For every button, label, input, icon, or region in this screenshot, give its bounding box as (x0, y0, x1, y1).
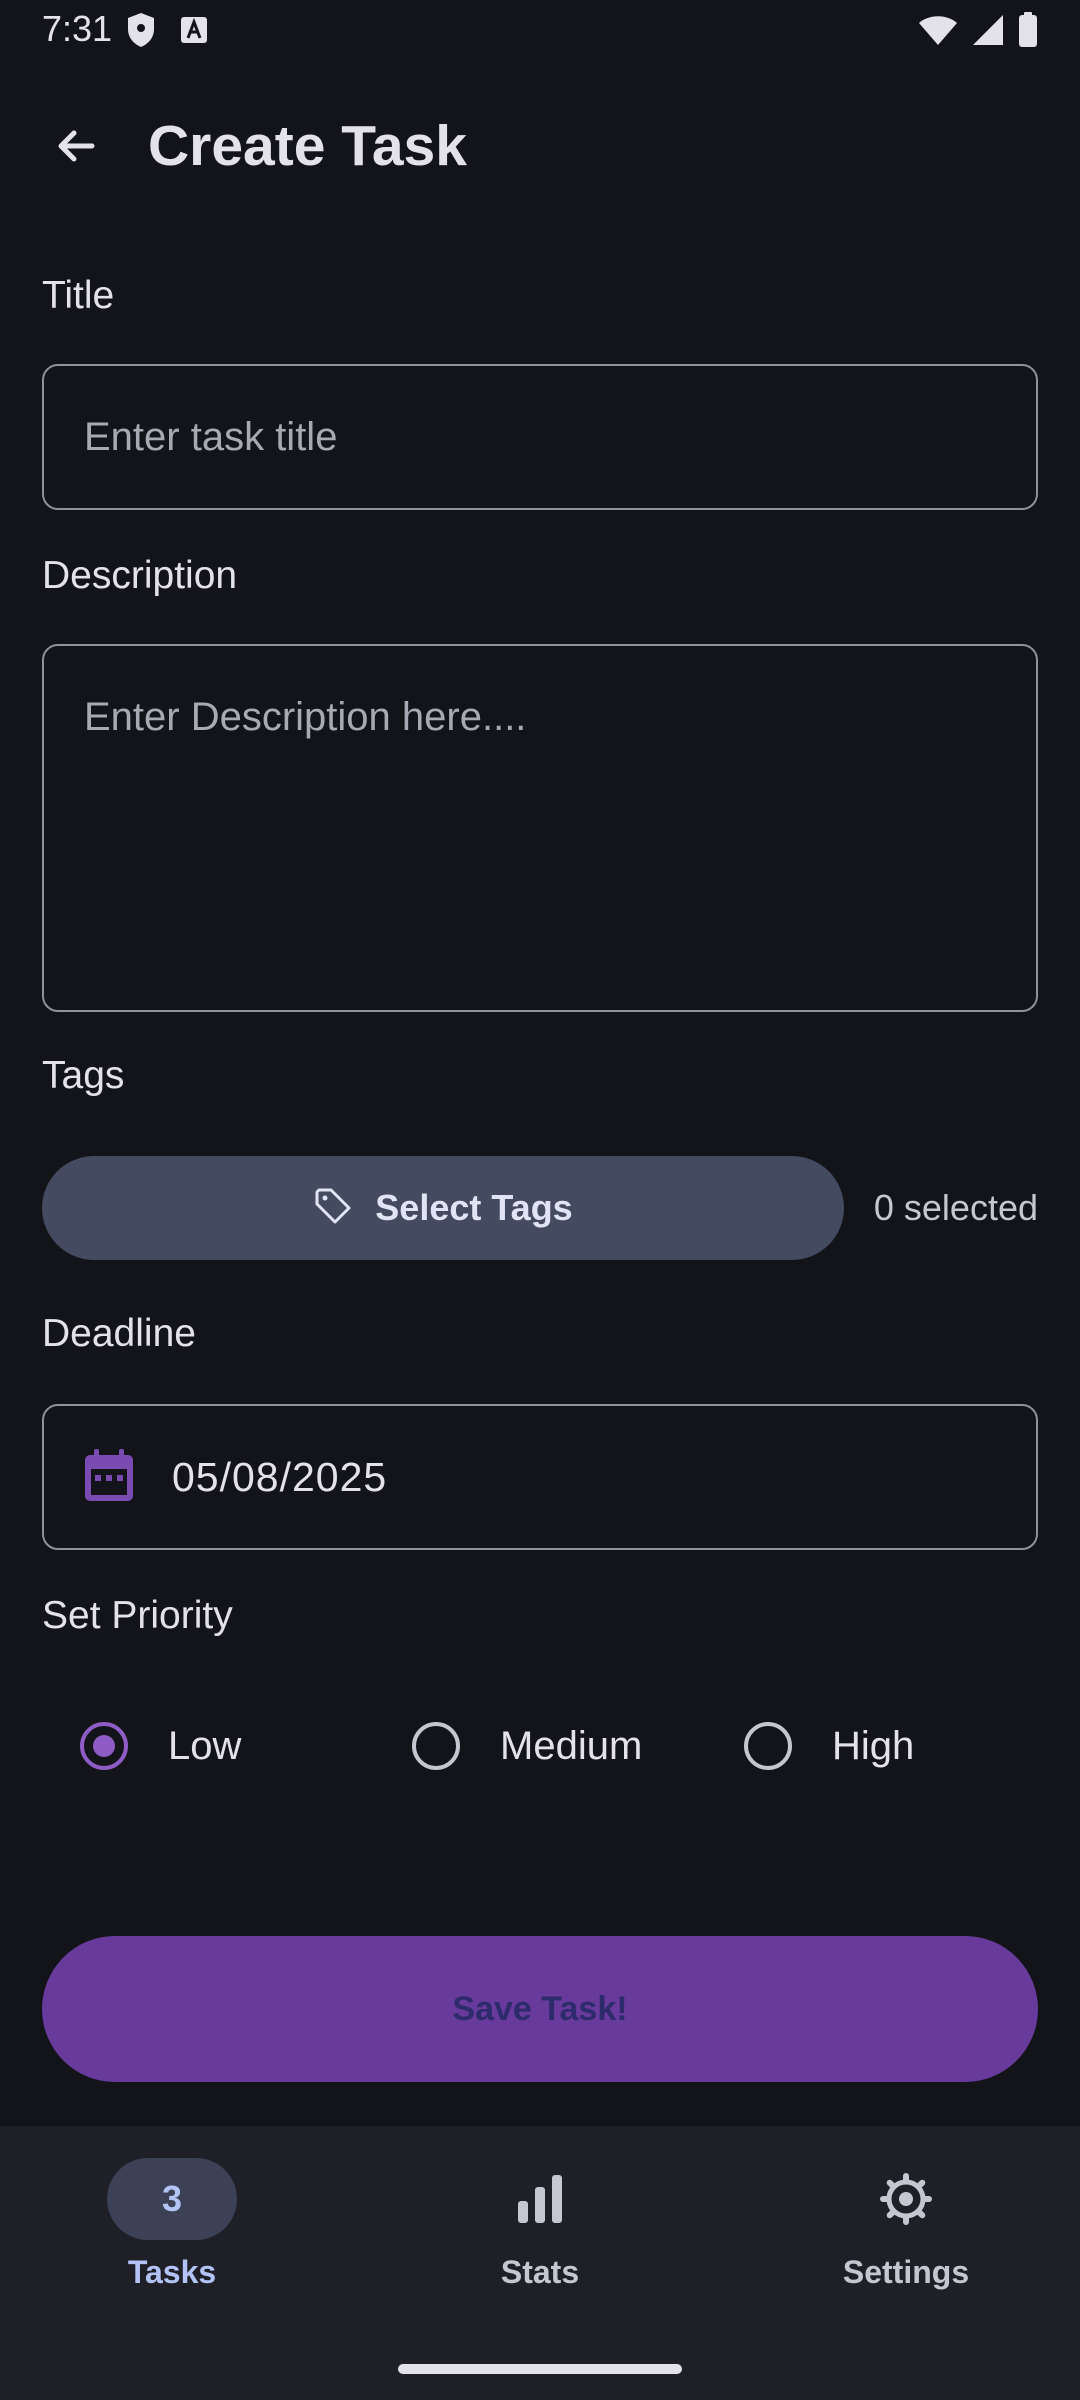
bottom-navigation: 3 Tasks Stats Settings (0, 2126, 1080, 2400)
description-label: Description (42, 554, 238, 597)
tags-selected-count: 0 selected (873, 1187, 1038, 1228)
tag-icon (313, 1186, 353, 1231)
nav-item-settings[interactable]: Settings (776, 2126, 1036, 2326)
priority-option-high[interactable]: High (744, 1700, 914, 1792)
signal-icon (972, 14, 1004, 51)
status-bar: 7:31 (0, 0, 1080, 64)
deadline-label: Deadline (42, 1312, 196, 1355)
description-field (42, 644, 1038, 1012)
back-button[interactable] (40, 112, 112, 184)
tasks-badge: 3 (107, 2158, 237, 2240)
tasks-count: 3 (161, 2178, 183, 2219)
page-title: Create Task (148, 114, 467, 178)
priority-option-medium[interactable]: Medium (412, 1700, 642, 1792)
select-tags-button[interactable]: Select Tags (42, 1156, 844, 1260)
radio-button[interactable] (412, 1722, 460, 1770)
battery-icon (1018, 11, 1038, 53)
nav-label-settings: Settings (842, 2254, 970, 2290)
nav-label-stats: Stats (500, 2254, 580, 2290)
title-field (42, 364, 1038, 510)
tags-label: Tags (42, 1054, 125, 1097)
priority-option-label: Medium (500, 1723, 643, 1768)
status-time: 7:31 (42, 8, 113, 49)
radio-button[interactable] (744, 1722, 792, 1770)
priority-option-label: High (832, 1723, 915, 1768)
title-label: Title (42, 274, 115, 317)
bar-chart-icon (475, 2158, 605, 2240)
save-task-button[interactable]: Save Task! (42, 1936, 1038, 2082)
radio-button[interactable] (80, 1722, 128, 1770)
save-task-label: Save Task! (452, 1989, 628, 2028)
wifi-icon (918, 14, 958, 51)
description-input[interactable] (44, 646, 1036, 1010)
settings-icon (841, 2158, 971, 2240)
calendar-icon (82, 1447, 136, 1508)
arrow-left-icon (52, 122, 100, 175)
nav-item-tasks[interactable]: 3 Tasks (42, 2126, 302, 2326)
deadline-value: 05/08/2025 (172, 1453, 388, 1500)
shield-icon (126, 12, 156, 53)
deadline-field[interactable]: 05/08/2025 (42, 1404, 1038, 1550)
status-left-icons (126, 12, 208, 52)
home-indicator[interactable] (398, 2364, 682, 2374)
nav-label-tasks: Tasks (127, 2254, 217, 2290)
priority-label: Set Priority (42, 1594, 233, 1637)
nav-item-stats[interactable]: Stats (410, 2126, 670, 2326)
a-badge-icon (180, 16, 208, 49)
priority-option-label: Low (168, 1723, 242, 1768)
title-input[interactable] (44, 366, 1036, 508)
select-tags-label: Select Tags (375, 1187, 573, 1228)
priority-option-low[interactable]: Low (80, 1700, 241, 1792)
status-right-icons (918, 11, 1038, 53)
